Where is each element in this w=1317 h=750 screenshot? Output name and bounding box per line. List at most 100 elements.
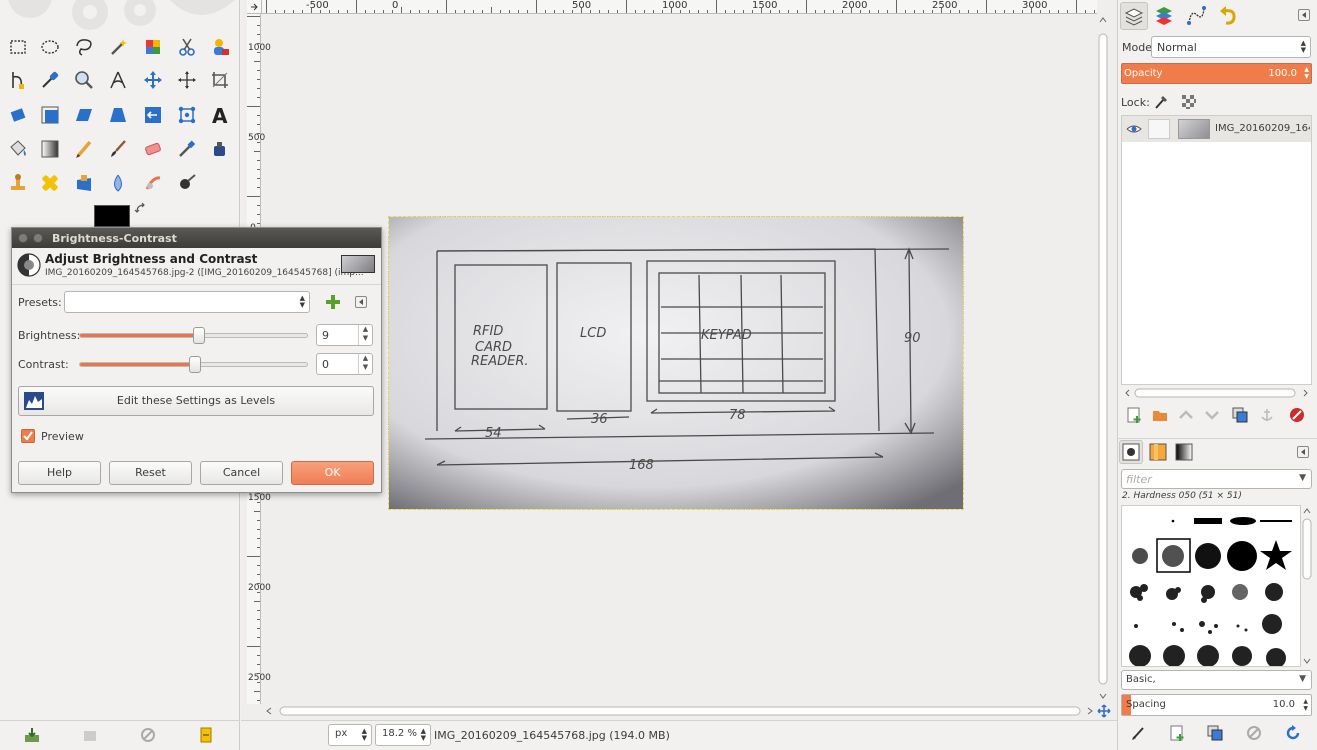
brush-grid-scrollbar[interactable]: [1302, 505, 1312, 667]
bucket-fill-icon[interactable]: [4, 135, 32, 163]
paintbrush-icon[interactable]: [104, 135, 132, 163]
smudge-icon[interactable]: [139, 169, 167, 197]
contrast-slider[interactable]: [79, 356, 308, 373]
text-tool-icon[interactable]: A: [206, 101, 234, 129]
wilber-drop-area[interactable]: [0, 0, 240, 32]
close-window-icon[interactable]: [18, 233, 28, 243]
delete-tool-preset-icon[interactable]: [138, 725, 158, 745]
presets-combo[interactable]: ▲ ▼: [64, 291, 310, 313]
delete-brush-icon[interactable]: [1243, 722, 1265, 744]
spacing-slider[interactable]: Spacing 10.0 ▲ ▼: [1121, 694, 1312, 716]
raise-layer-icon[interactable]: [1175, 404, 1197, 426]
unit-selector[interactable]: px ▲ ▼: [328, 724, 372, 746]
brushes-tab-icon[interactable]: [1119, 440, 1143, 464]
clone-icon[interactable]: [4, 169, 32, 197]
dodge-burn-icon[interactable]: [173, 169, 201, 197]
presets-menu-icon[interactable]: [355, 296, 367, 308]
refresh-brushes-icon[interactable]: [1282, 722, 1304, 744]
canvas-vertical-scrollbar[interactable]: [1097, 14, 1109, 704]
blend-icon[interactable]: [36, 135, 64, 163]
spin-arrows-icon[interactable]: ▲ ▼: [358, 325, 372, 345]
brush-filter-input[interactable]: filter ▼: [1121, 469, 1312, 489]
canvas-horizontal-scrollbar[interactable]: [262, 704, 1097, 718]
patterns-tab-icon[interactable]: [1146, 440, 1170, 464]
image-canvas[interactable]: RFID CARD READER. LCD KEYPAD 90 54 36 78…: [388, 216, 964, 510]
perspective-icon[interactable]: [104, 101, 132, 129]
dialog-titlebar[interactable]: Brightness-Contrast: [12, 228, 381, 248]
perspective-clone-icon[interactable]: [70, 169, 98, 197]
layer-list-hscroll[interactable]: [1121, 386, 1312, 400]
help-button[interactable]: Help: [18, 461, 101, 485]
move-icon[interactable]: [139, 66, 167, 94]
layer-mode-select[interactable]: Normal ▲ ▼: [1151, 36, 1311, 58]
align-icon[interactable]: [173, 66, 201, 94]
airbrush-icon[interactable]: [173, 135, 201, 163]
contrast-slider-handle[interactable]: [189, 356, 201, 373]
delete-layer-icon[interactable]: [1286, 404, 1308, 426]
paths-icon[interactable]: [4, 66, 32, 94]
zoom-icon[interactable]: [70, 66, 98, 94]
cage-transform-icon[interactable]: [173, 101, 201, 129]
heal-icon[interactable]: [36, 169, 64, 197]
swap-colors-icon[interactable]: [134, 202, 148, 216]
gradients-tab-icon[interactable]: [1172, 440, 1196, 464]
anchor-layer-icon[interactable]: [1256, 404, 1278, 426]
brush-grid[interactable]: [1121, 505, 1301, 668]
shear-icon[interactable]: [70, 101, 98, 129]
rotate-icon[interactable]: [4, 101, 32, 129]
restore-tool-preset-icon[interactable]: [80, 725, 100, 745]
spin-arrows-icon[interactable]: ▲ ▼: [358, 354, 372, 374]
color-picker-icon[interactable]: [36, 66, 64, 94]
eye-icon[interactable]: [1126, 121, 1142, 137]
cancel-button[interactable]: Cancel: [200, 461, 283, 485]
zoom-selector[interactable]: 18.2 % ▲ ▼: [375, 724, 431, 746]
paths-tab-icon[interactable]: [1182, 2, 1210, 30]
brightness-slider[interactable]: [79, 327, 308, 344]
scale-icon[interactable]: [36, 101, 64, 129]
ellipse-select-icon[interactable]: [36, 33, 64, 61]
duplicate-brush-icon[interactable]: [1204, 722, 1226, 744]
foreground-color-swatch[interactable]: [94, 205, 130, 227]
navigate-icon[interactable]: [1097, 704, 1111, 718]
new-layer-group-icon[interactable]: [1149, 404, 1171, 426]
quick-mask-corner[interactable]: [247, 0, 262, 14]
crop-icon[interactable]: [206, 66, 234, 94]
lock-alpha-icon[interactable]: [1180, 93, 1198, 111]
horizontal-ruler[interactable]: -500 0 500 1000 1500 2000 2500 3000: [262, 0, 1097, 14]
brush-preset-select[interactable]: Basic, ▼: [1121, 670, 1312, 690]
measure-icon[interactable]: [104, 66, 132, 94]
preview-checkbox[interactable]: [21, 429, 35, 443]
ok-button[interactable]: OK: [291, 461, 374, 485]
fuzzy-select-icon[interactable]: [104, 33, 132, 61]
select-by-color-icon[interactable]: [139, 33, 167, 61]
lower-layer-icon[interactable]: [1201, 404, 1223, 426]
brightness-slider-handle[interactable]: [193, 327, 205, 344]
brightness-spinbutton[interactable]: 9 ▲ ▼: [316, 324, 373, 346]
reset-button[interactable]: Reset: [109, 461, 192, 485]
new-layer-icon[interactable]: [1123, 404, 1145, 426]
eraser-icon[interactable]: [139, 135, 167, 163]
layer-list[interactable]: IMG_20160209_164545: [1121, 115, 1312, 385]
dock-menu-icon[interactable]: [1298, 9, 1310, 21]
lock-pixels-icon[interactable]: [1152, 93, 1170, 111]
duplicate-layer-icon[interactable]: [1229, 404, 1251, 426]
add-preset-icon[interactable]: [324, 293, 342, 311]
flip-icon[interactable]: [139, 101, 167, 129]
ink-icon[interactable]: [206, 135, 234, 163]
channels-tab-icon[interactable]: [1150, 2, 1178, 30]
layer-row[interactable]: IMG_20160209_164545: [1122, 116, 1311, 142]
opacity-slider[interactable]: Opacity 100.0 ▲ ▼: [1121, 63, 1312, 84]
chain-link-icon[interactable]: [1148, 119, 1170, 139]
undo-history-tab-icon[interactable]: [1214, 2, 1242, 30]
layers-tab-icon[interactable]: [1120, 2, 1148, 30]
lasso-icon[interactable]: [70, 33, 98, 61]
blur-icon[interactable]: [104, 169, 132, 197]
save-tool-preset-icon[interactable]: [22, 725, 42, 745]
rect-select-icon[interactable]: [4, 33, 32, 61]
contrast-spinbutton[interactable]: 0 ▲ ▼: [316, 353, 373, 375]
edit-as-levels-button[interactable]: Edit these Settings as Levels: [18, 386, 374, 416]
foreground-select-icon[interactable]: [206, 33, 234, 61]
brushes-dock-menu-icon[interactable]: [1297, 446, 1309, 458]
new-brush-icon[interactable]: [1166, 722, 1188, 744]
edit-brush-icon[interactable]: [1127, 722, 1149, 744]
